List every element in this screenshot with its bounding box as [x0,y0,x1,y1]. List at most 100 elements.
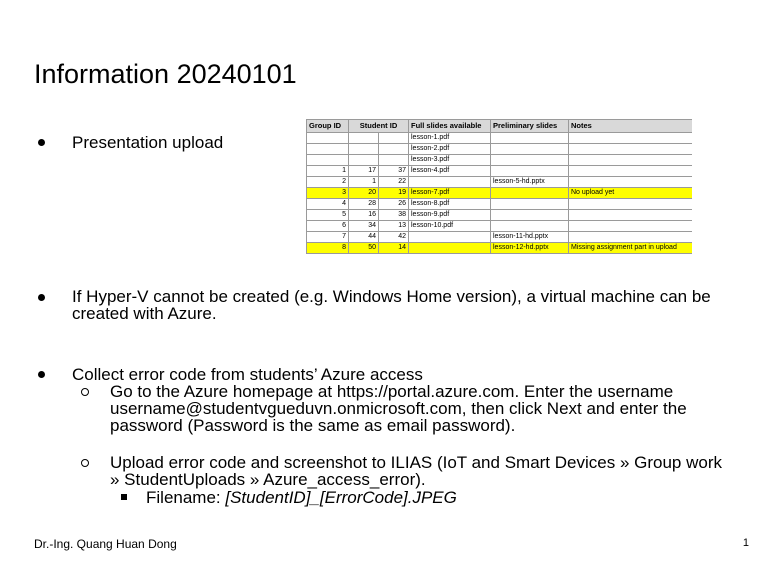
table-cell [306,154,349,166]
table-row: 6 34 13 lesson-10.pdf [306,220,692,232]
table-row: 4 28 26 lesson-8.pdf [306,198,692,210]
table-cell [568,165,692,177]
table-cell: lesson-9.pdf [408,209,491,221]
table-cell: lesson-7.pdf [408,187,491,199]
table-row: lesson-3.pdf [306,154,692,166]
filename-pattern: [StudentID]_[ErrorCode].JPEG [225,488,457,507]
table-cell [568,143,692,155]
table-cell: 16 [348,209,379,221]
filename-line: Filename: [StudentID]_[ErrorCode].JPEG [146,489,706,506]
table-row: 8 50 14 lesson-12-hd.pptx Missing assignment… [306,242,692,254]
table-cell [490,198,569,210]
header-group-id: Group ID [306,119,349,133]
table-cell [348,154,379,166]
table-cell: lesson-4.pdf [408,165,491,177]
bullet-dot-icon [38,139,45,146]
table-cell: 7 [306,231,349,243]
filename-label: Filename: [146,488,226,507]
table-cell: 42 [378,231,409,243]
table-cell [408,242,491,254]
table-cell: 17 [348,165,379,177]
table-row: lesson-2.pdf [306,143,692,155]
table-cell: 50 [348,242,379,254]
bullet-dot-icon [38,371,45,378]
table-cell [490,132,569,144]
table-cell [568,176,692,188]
header-preliminary-slides: Preliminary slides [490,119,569,133]
table-cell: lesson-10.pdf [408,220,491,232]
table-cell: lesson-11-hd.pptx [490,231,569,243]
table-cell: 8 [306,242,349,254]
table-cell: 5 [306,209,349,221]
slide-title: Information 20240101 [34,59,297,89]
upload-table: Group ID Student ID Full slides availabl… [306,119,692,269]
table-cell: No upload yet [568,187,692,199]
table-cell: 1 [306,165,349,177]
table-cell: 44 [348,231,379,243]
bullet-dot-icon [38,294,45,301]
table-cell [408,176,491,188]
table-cell: 20 [348,187,379,199]
table-cell: lesson-2.pdf [408,143,491,155]
table-cell: 13 [378,220,409,232]
header-notes: Notes [568,119,692,133]
table-cell: lesson-1.pdf [408,132,491,144]
table-cell [306,132,349,144]
table-cell [568,209,692,221]
table-cell [348,143,379,155]
table-cell: 38 [378,209,409,221]
table-cell [306,143,349,155]
table-cell [490,154,569,166]
table-cell [568,198,692,210]
table-cell: 3 [306,187,349,199]
table-row: lesson-1.pdf [306,132,692,144]
bullet-presentation-upload: Presentation upload [72,133,224,152]
table-cell: lesson-12-hd.pptx [490,242,569,254]
table-cell: lesson-3.pdf [408,154,491,166]
table-cell [378,154,409,166]
table-cell: 4 [306,198,349,210]
table-cell: 2 [306,176,349,188]
table-cell: 26 [378,198,409,210]
sub-bullet-azure-login: Go to the Azure homepage at https://port… [110,382,687,435]
table-cell: 14 [378,242,409,254]
sub-bullet-circle-icon [81,459,89,467]
table-cell: Missing assignment part in upload [568,242,692,254]
footer-page-number: 1 [742,537,749,549]
bullet-collect-error-code: Collect error code from students’ Azure … [72,365,423,384]
table-cell [378,132,409,144]
table-cell [348,132,379,144]
table-row: 1 17 37 lesson-4.pdf [306,165,692,177]
table-cell: 28 [348,198,379,210]
table-cell [568,231,692,243]
footer-author: Dr.-Ing. Quang Huan Dong [34,537,177,551]
table-cell: lesson-8.pdf [408,198,491,210]
header-full-slides: Full slides available [408,119,491,133]
bullet-hyperv-azure: If Hyper-V cannot be created (e.g. Windo… [72,287,711,323]
table-cell [568,220,692,232]
table-cell [490,143,569,155]
table-row: 7 44 42 lesson-11-hd.pptx [306,231,692,243]
header-student-id: Student ID [348,119,409,133]
sub-sub-bullet-square-icon [121,494,127,500]
sub-bullet-circle-icon [81,388,89,396]
table-cell [490,187,569,199]
table-cell: 34 [348,220,379,232]
table-cell [490,209,569,221]
table-cell [490,220,569,232]
sub-bullet-upload-ilias: Upload error code and screenshot to ILIA… [110,453,722,489]
table-row: 2 1 22 lesson-5-hd.pptx [306,176,692,188]
table-cell: lesson-5-hd.pptx [490,176,569,188]
table-cell: 1 [348,176,379,188]
table-cell: 19 [378,187,409,199]
table-row: 3 20 19 lesson-7.pdf No upload yet [306,187,692,199]
table-cell: 37 [378,165,409,177]
table-cell: 6 [306,220,349,232]
table-cell [490,165,569,177]
table-row: 5 16 38 lesson-9.pdf [306,209,692,221]
table-cell [568,132,692,144]
table-cell [568,154,692,166]
table-header-row: Group ID Student ID Full slides availabl… [306,119,692,133]
table-cell: 22 [378,176,409,188]
table-cell [408,231,491,243]
